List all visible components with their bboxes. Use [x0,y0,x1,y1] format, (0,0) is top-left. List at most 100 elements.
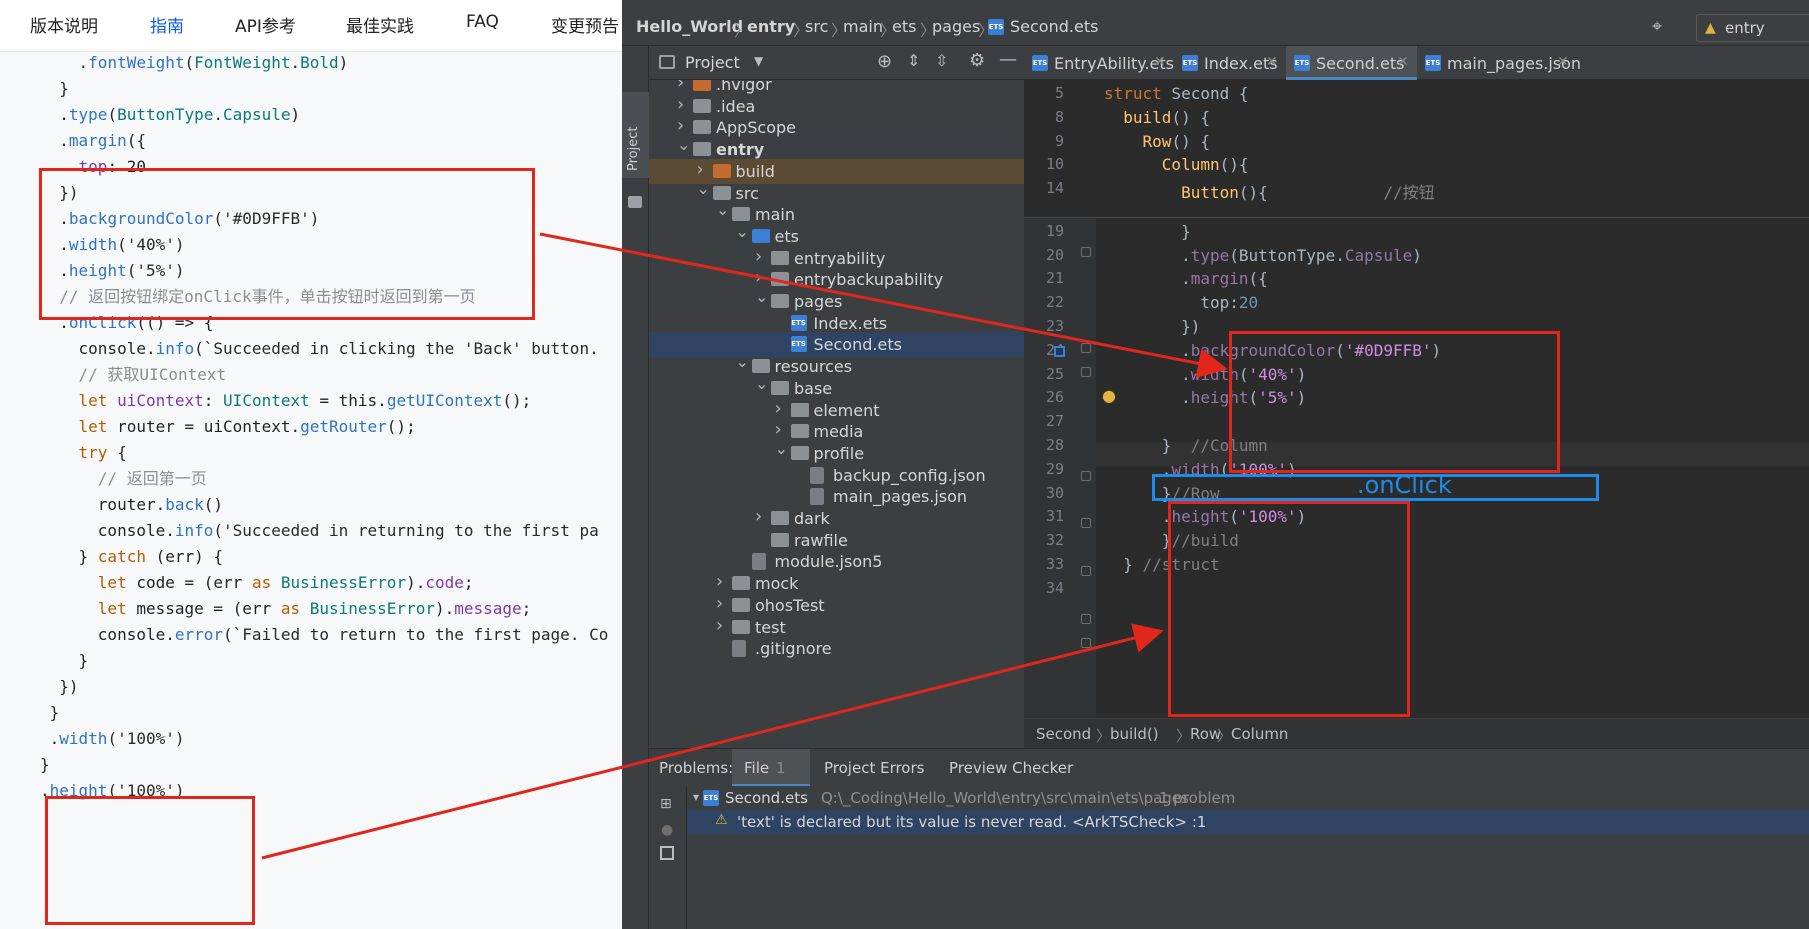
chevron-down-icon[interactable]: ⌄ [716,200,729,219]
close-icon[interactable]: ✕ [1154,54,1166,70]
code-token: router = uiContext. [107,417,301,436]
crumb-file[interactable]: Second.ets [1010,17,1098,36]
chevron-right-icon[interactable]: › [677,115,684,136]
line-number: 19 [1045,221,1064,240]
chevron-right-icon[interactable]: › [716,615,723,636]
fold-marker-icon[interactable] [1081,638,1091,648]
sticky-code-line[interactable]: Button(){ //按钮 [1104,179,1435,203]
editor-tab-bar: ETS EntryAbility.ets ✕ ETS Index.ets ✕ ETS Seco… [1024,46,1809,80]
editor-highlight-box-bottom [1168,501,1410,717]
chevron-down-icon[interactable]: ⌄ [677,135,690,154]
fold-marker-icon[interactable] [1081,471,1091,481]
sticky-code-line[interactable]: struct Second { [1104,84,1249,103]
ide-title-bar [622,0,1809,10]
code-token: . [1104,388,1191,408]
gear-icon[interactable]: ⚙ [969,50,985,71]
chevron-down-icon[interactable]: ⌄ [736,352,749,371]
code-token: . [40,53,89,72]
crumb-column[interactable]: Column [1231,725,1288,743]
chevron-right-icon[interactable]: › [677,94,684,115]
crumb-entry[interactable]: entry [747,17,795,36]
fold-marker-icon[interactable] [1081,614,1091,624]
close-icon[interactable]: ✕ [1557,54,1569,70]
chevron-down-icon[interactable]: ⌄ [775,439,788,458]
group-icon[interactable]: ⊞ [660,796,672,812]
fold-marker-icon[interactable] [1081,566,1091,576]
crumb-main[interactable]: main [843,17,883,36]
nav-guide[interactable]: 指南 [150,12,184,37]
locate-target-icon[interactable]: ⌖ [1652,16,1662,37]
nav-change-preview[interactable]: 变更预告 [551,12,619,37]
folder-icon [693,80,711,91]
code-token: ( [184,53,195,72]
close-icon[interactable]: ✕ [1266,54,1278,70]
lightbulb-icon[interactable]: ● [661,822,673,838]
ets-file-icon: ETS [1294,55,1310,71]
line-number: 28 [1045,436,1064,454]
crumb-pages[interactable]: pages [932,17,980,36]
code-token: console. [40,521,175,540]
crumb-project[interactable]: Hello_World [636,17,743,36]
code-token: code [425,573,464,592]
sticky-code-line[interactable]: build() { [1104,108,1210,127]
crumb-ets[interactable]: ets [892,17,916,36]
fold-marker-icon[interactable] [1081,518,1091,528]
code-token: ). [434,599,455,618]
nav-faq[interactable]: FAQ [466,12,499,32]
close-icon[interactable]: ✕ [1397,54,1409,70]
chevron-right-icon[interactable]: › [755,267,762,288]
problems-file-row[interactable]: ▾ ETS Second.ets Q:\_Coding\Hello_World\… [687,786,1809,810]
chevron-down-icon[interactable]: ▼ [754,54,763,68]
chevron-down-icon[interactable]: ⌄ [697,179,710,198]
fold-marker-icon[interactable] [1081,247,1091,257]
problem-item[interactable]: ⚠ 'text' is declared but its value is ne… [687,810,1809,834]
editor-tab[interactable]: ETS EntryAbility.ets ✕ [1024,46,1174,80]
chevron-right-icon[interactable]: › [775,398,782,419]
folder-icon [790,402,809,417]
project-panel-title[interactable]: Project [685,53,740,72]
sticky-code-line[interactable]: Column(){ [1104,155,1249,174]
color-swatch-icon[interactable] [1054,346,1065,357]
crumb-src[interactable]: src [805,17,828,36]
minimize-icon[interactable]: — [999,49,1017,70]
chevron-right-icon[interactable]: › [677,80,684,93]
editor-tab[interactable]: ETS Index.ets ✕ [1174,46,1286,80]
nav-best-practices[interactable]: 最佳实践 [346,12,414,37]
collapse-all-icon[interactable]: ⇳ [935,51,948,70]
editor-tab[interactable]: ETS Second.ets ✕ [1286,46,1417,80]
ets-file-icon: ETS [790,336,807,353]
lightbulb-icon[interactable]: ● [1102,386,1116,405]
preview-icon[interactable] [660,846,674,860]
chevron-right-icon[interactable]: › [716,593,723,614]
chevron-right-icon[interactable]: › [716,571,723,592]
code-token: try [78,443,108,462]
target-icon[interactable]: ⊕ [877,51,892,72]
chevron-down-icon[interactable]: ⌄ [736,222,749,241]
chevron-down-icon[interactable]: ⌄ [755,374,768,393]
tab-project-errors[interactable]: Project Errors [824,759,924,777]
sticky-code-line[interactable]: Row() { [1104,132,1210,151]
tree-item[interactable]: .gitignore [649,636,1024,661]
ets-file-icon: ETS [988,19,1004,35]
chevron-right-icon[interactable]: › [755,246,762,267]
fold-marker-icon[interactable] [1081,343,1091,353]
chevron-right-icon[interactable]: › [775,419,782,440]
tab-preview-checker[interactable]: Preview Checker [949,759,1073,777]
crumb-build[interactable]: build() [1110,725,1159,743]
code-token: let [78,391,108,410]
run-config-selector[interactable]: ▲ entry [1696,14,1809,42]
chevron-right-icon[interactable]: › [755,506,762,527]
tab-file[interactable]: File 1 [732,749,810,787]
code-token: // 获取UIContext [40,365,227,384]
nav-release-notes[interactable]: 版本说明 [30,12,98,37]
folder-icon[interactable] [628,196,642,208]
chevron-right-icon[interactable]: › [697,159,704,180]
expand-all-icon[interactable]: ⇕ [907,51,920,70]
editor-tab[interactable]: ETS main_pages.json ✕ [1417,46,1581,80]
crumb-struct[interactable]: Second [1036,725,1091,743]
chevron-down-icon[interactable]: ⌄ [755,287,768,306]
folder-icon [712,163,731,178]
fold-marker-icon[interactable] [1081,367,1091,377]
nav-api-reference[interactable]: API参考 [235,12,296,37]
